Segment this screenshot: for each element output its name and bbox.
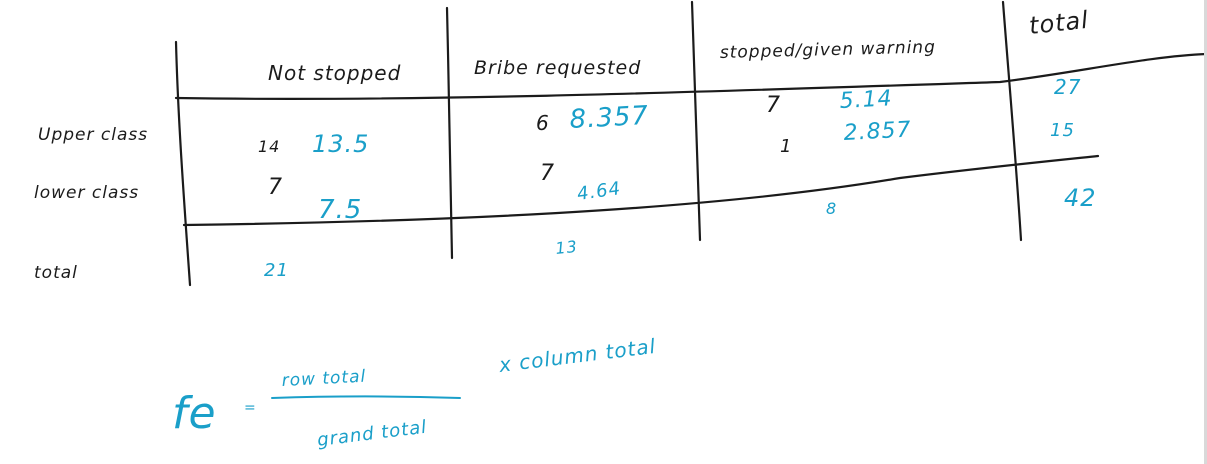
vline-2 <box>445 6 454 260</box>
grand-total: 42 <box>1064 184 1097 212</box>
total-bribe: 13 <box>554 237 578 258</box>
lower-bribe-observed: 7 <box>540 161 555 186</box>
formula-fraction-bar <box>271 395 461 399</box>
row-label-lower-class: lower class <box>34 183 139 203</box>
header-bribe-requested: Bribe requested <box>474 57 641 79</box>
lower-total: 15 <box>1050 120 1075 141</box>
vline-1 <box>174 40 192 287</box>
lower-warning-observed: 1 <box>780 136 792 157</box>
vline-4 <box>1001 0 1023 242</box>
row-label-total: total <box>34 263 78 283</box>
lower-warning-expected: 2.857 <box>843 117 912 146</box>
upper-bribe-expected: 8.357 <box>569 101 650 135</box>
formula-fe-symbol: fe <box>172 388 217 439</box>
header-not-stopped: Not stopped <box>268 61 401 85</box>
upper-warning-expected: 5.14 <box>839 86 893 114</box>
formula-multiplier: x column total <box>497 334 658 377</box>
expected-frequency-formula: fe = row total grand total x column tota… <box>172 334 657 451</box>
upper-bribe-observed: 6 <box>536 111 550 135</box>
lower-bribe-expected: 4.64 <box>576 178 623 205</box>
header-stopped-given-warning: stopped/given warning <box>720 37 937 63</box>
upper-warning-observed: 7 <box>766 93 781 118</box>
upper-not-stopped-expected: 13.5 <box>312 130 369 158</box>
header-total: total <box>1028 6 1090 40</box>
lower-not-stopped-expected: 7.5 <box>318 195 362 225</box>
row-label-upper-class: Upper class <box>38 125 148 145</box>
upper-not-stopped-observed: 14 <box>258 137 280 156</box>
upper-total: 27 <box>1054 75 1081 99</box>
formula-numerator: row total <box>281 367 367 391</box>
lower-not-stopped-observed: 7 <box>268 175 283 200</box>
formula-denominator: grand total <box>316 417 428 451</box>
formula-equals: = <box>244 400 257 416</box>
total-warning: 8 <box>826 199 837 218</box>
handwritten-contingency-table: Not stopped Bribe requested stopped/give… <box>34 0 1207 451</box>
total-not-stopped: 21 <box>264 260 289 281</box>
